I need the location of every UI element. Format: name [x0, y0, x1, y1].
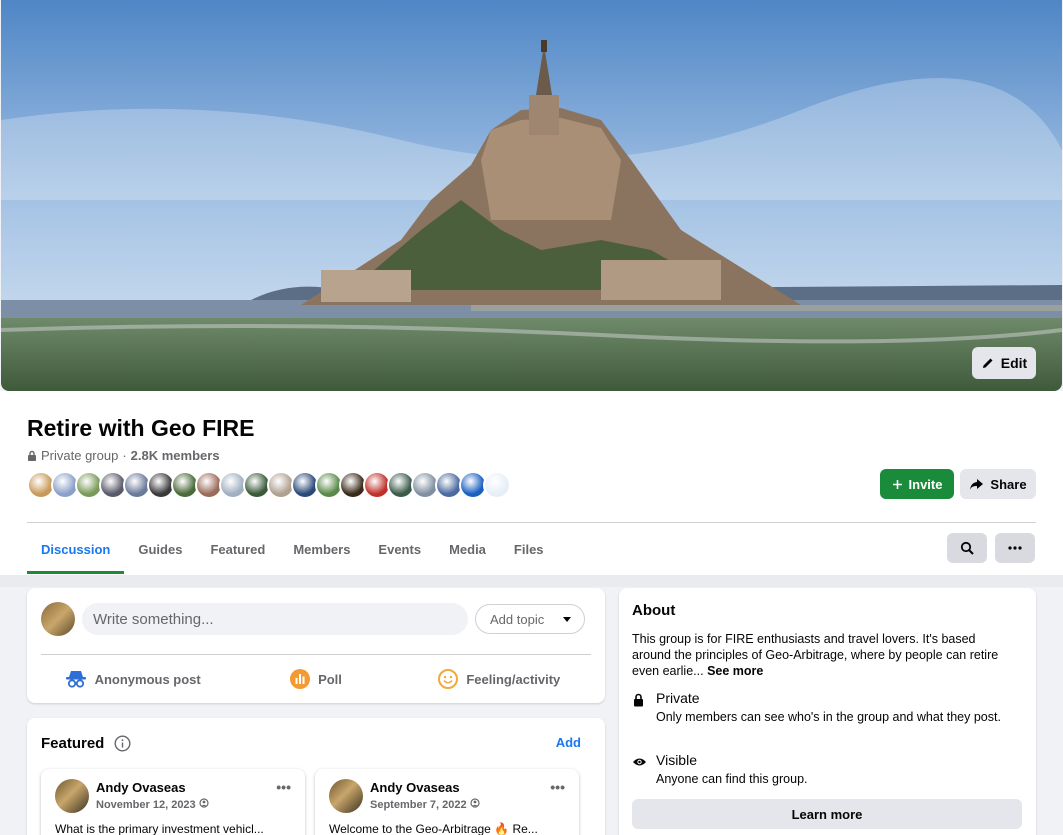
anonymous-post-button[interactable]: Anonymous post — [41, 655, 224, 703]
share-icon — [970, 478, 984, 490]
separator-strip — [0, 575, 1063, 587]
composer-actions: Anonymous post Poll Feeling/activity — [41, 655, 591, 703]
edit-cover-button[interactable]: Edit — [972, 347, 1036, 379]
post-text[interactable]: Welcome to the Geo-Arbitrage 🔥 Re... — [329, 822, 569, 835]
see-more-link[interactable]: See more — [707, 664, 763, 678]
anonymous-icon — [65, 671, 86, 688]
tab-files[interactable]: Files — [500, 523, 558, 575]
cover-image — [1, 0, 1062, 391]
tab-events[interactable]: Events — [364, 523, 435, 575]
visible-description: Anyone can find this group. — [656, 772, 808, 786]
eye-icon — [633, 758, 646, 766]
write-something-input[interactable]: Write something... — [82, 603, 468, 635]
member-avatar[interactable] — [483, 471, 511, 499]
group-title: Retire with Geo FIRE — [27, 415, 255, 441]
post-date[interactable]: September 7, 2022 — [370, 798, 480, 811]
post-author[interactable]: Andy Ovaseas — [96, 780, 186, 795]
poll-button[interactable]: Poll — [224, 655, 407, 703]
member-avatars[interactable] — [27, 471, 511, 499]
group-header: Retire with Geo FIRE Private group · 2.8… — [0, 391, 1063, 575]
author-avatar[interactable] — [329, 779, 363, 813]
smiley-icon — [438, 669, 459, 689]
invite-button[interactable]: Invite — [880, 469, 954, 499]
feeling-activity-button[interactable]: Feeling/activity — [408, 655, 591, 703]
post-more-icon[interactable]: ••• — [276, 779, 291, 795]
user-avatar[interactable] — [41, 602, 75, 636]
meta-separator: · — [122, 448, 127, 463]
tab-featured[interactable]: Featured — [196, 523, 279, 575]
member-count[interactable]: 2.8K members — [131, 448, 220, 463]
privacy-label: Private group — [41, 448, 119, 463]
plus-icon — [892, 479, 902, 489]
add-topic-label: Add topic — [490, 611, 545, 627]
post-author[interactable]: Andy Ovaseas — [370, 780, 460, 795]
cover-photo — [1, 0, 1062, 391]
tab-discussion[interactable]: Discussion — [27, 523, 125, 575]
info-icon[interactable] — [114, 735, 131, 752]
featured-post[interactable]: Andy Ovaseas September 7, 2022 ••• Welco… — [315, 769, 579, 835]
featured-add-link[interactable]: Add — [556, 735, 581, 750]
add-topic-dropdown[interactable]: Add topic — [475, 604, 585, 634]
about-section: About This group is for FIRE enthusiasts… — [619, 588, 1036, 835]
featured-section: Featured Add Andy Ovaseas November 12, 2… — [27, 718, 605, 835]
tab-members[interactable]: Members — [279, 523, 364, 575]
post-date[interactable]: November 12, 2023 — [96, 798, 209, 811]
search-button[interactable] — [947, 533, 987, 563]
edit-label: Edit — [1000, 355, 1028, 371]
lock-icon — [634, 693, 643, 707]
post-composer: Write something... Add topic Anonymous p… — [27, 588, 605, 703]
anonymous-label: Anonymous post — [94, 671, 201, 687]
tab-guides[interactable]: Guides — [124, 523, 196, 575]
lock-icon — [28, 450, 36, 461]
featured-post[interactable]: Andy Ovaseas November 12, 2023 ••• What … — [41, 769, 305, 835]
more-options-button[interactable] — [995, 533, 1035, 563]
share-button[interactable]: Share — [960, 469, 1036, 499]
post-text[interactable]: What is the primary investment vehicl... — [55, 822, 295, 835]
private-label: Private — [656, 690, 700, 706]
featured-heading: Featured — [41, 735, 131, 752]
tab-media[interactable]: Media — [435, 523, 500, 575]
audience-icon — [199, 798, 209, 808]
group-tabs: Discussion Guides Featured Members Event… — [27, 523, 558, 575]
caret-down-icon — [563, 617, 571, 622]
share-label: Share — [990, 476, 1027, 492]
private-description: Only members can see who's in the group … — [656, 710, 1001, 724]
feeling-label: Feeling/activity — [466, 671, 561, 687]
more-icon — [1008, 546, 1022, 550]
post-more-icon[interactable]: ••• — [550, 779, 565, 795]
learn-more-button[interactable]: Learn more — [632, 799, 1022, 829]
featured-title: Featured — [41, 735, 105, 752]
visible-label: Visible — [656, 752, 697, 768]
search-icon — [960, 541, 974, 555]
poll-label: Poll — [318, 671, 342, 687]
pencil-icon — [982, 358, 993, 368]
invite-label: Invite — [908, 476, 943, 492]
audience-icon — [470, 798, 480, 808]
author-avatar[interactable] — [55, 779, 89, 813]
group-meta: Private group · 2.8K members — [27, 448, 220, 463]
poll-icon — [290, 669, 311, 689]
about-description: This group is for FIRE enthusiasts and t… — [632, 632, 999, 678]
about-title: About — [632, 602, 676, 619]
